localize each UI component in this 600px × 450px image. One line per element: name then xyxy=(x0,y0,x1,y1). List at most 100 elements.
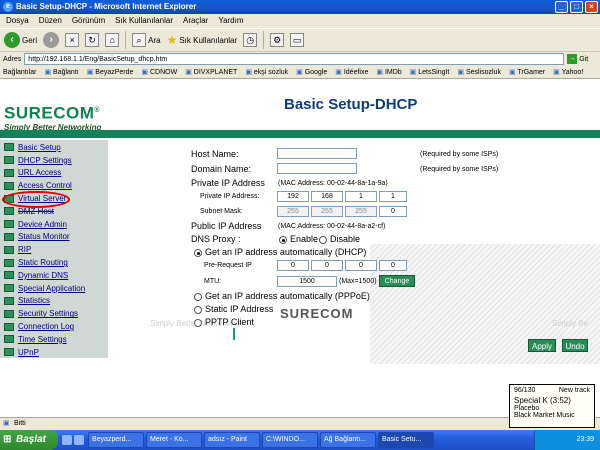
private-ip-octet-2[interactable]: 168 xyxy=(311,191,343,202)
go-arrow-icon: → xyxy=(567,54,578,64)
prerequest-octet-3[interactable]: 0 xyxy=(345,260,377,271)
quick-launch-ie-icon[interactable] xyxy=(62,435,72,445)
link-item[interactable]: TrGamer xyxy=(509,66,545,78)
menu-file[interactable]: Dosya xyxy=(6,14,29,28)
stop-icon[interactable]: × xyxy=(65,33,80,47)
link-item[interactable]: Google xyxy=(296,66,328,78)
prerequest-octet-4[interactable]: 0 xyxy=(379,260,407,271)
sidebar-item-label: DMZ Host xyxy=(18,206,54,216)
link-item[interactable]: Seslisozluk xyxy=(457,66,501,78)
sidebar-item-dmz-host[interactable]: DMZ Host xyxy=(0,205,108,218)
minimize-button[interactable]: _ xyxy=(555,1,568,13)
menu-favorites[interactable]: Sık Kullanılanlar xyxy=(115,14,173,28)
dhcp-option[interactable]: Get an IP address automatically (DHCP) xyxy=(194,247,366,257)
back-button[interactable]: ‹ Geri xyxy=(4,30,37,50)
menu-edit[interactable]: Düzen xyxy=(39,14,62,28)
sidebar-item-security-settings[interactable]: Security Settings xyxy=(0,307,108,320)
dns-proxy-enable-option[interactable]: Enable xyxy=(279,234,318,244)
sidebar-item-device-admin[interactable]: Device Admin xyxy=(0,218,108,231)
static-ip-option[interactable]: Static IP Address xyxy=(194,304,273,314)
link-item[interactable]: DIVXPLANET xyxy=(185,66,238,78)
taskbar-item[interactable]: adsız - Paint xyxy=(204,432,260,448)
links-bar: Bağlantılar Bağlantı BeyazPerde CDNOW DI… xyxy=(0,66,600,79)
address-input[interactable]: http://192.168.1.1/Eng/BasicSetup_dhcp.h… xyxy=(24,53,565,65)
toolbar-divider xyxy=(263,31,265,49)
taskbar-item[interactable]: Ağ Bağlantı... xyxy=(320,432,376,448)
sidebar-item-label: Dynamic DNS xyxy=(18,270,69,280)
taskbar-item-active[interactable]: Basic Setu... xyxy=(378,432,434,448)
dns-proxy-disable-radio[interactable] xyxy=(319,235,327,244)
sidebar-item-label: RIP xyxy=(18,245,32,255)
link-item[interactable]: BeyazPerde xyxy=(87,66,133,78)
track-album: Black Market Music xyxy=(514,412,575,419)
sidebar-item-status-monitor[interactable]: Status Monitor xyxy=(0,231,108,244)
forward-button[interactable]: › xyxy=(43,30,60,50)
back-label: Geri xyxy=(22,35,38,45)
link-item[interactable]: ekşi sozluk xyxy=(245,66,288,78)
pppoe-radio[interactable] xyxy=(194,292,202,301)
taskbar-item[interactable]: C:\WINDO... xyxy=(262,432,318,448)
sidebar-item-url-access[interactable]: URL Access xyxy=(0,167,108,180)
nav-bullet-icon xyxy=(4,296,14,305)
private-ip-octet-4[interactable]: 1 xyxy=(379,191,407,202)
link-item[interactable]: IMDb xyxy=(376,66,402,78)
sidebar-item-time-settings[interactable]: Time Settings xyxy=(0,333,108,346)
close-button[interactable]: × xyxy=(585,1,598,13)
prerequest-octet-2[interactable]: 0 xyxy=(311,260,343,271)
sidebar-item-statistics[interactable]: Statistics xyxy=(0,295,108,308)
quick-launch-desktop-icon[interactable] xyxy=(74,435,84,445)
nav-bullet-icon xyxy=(4,284,14,293)
go-button[interactable]: → Git xyxy=(567,54,588,64)
dns-proxy-disable-option[interactable]: Disable xyxy=(319,234,360,244)
private-ip-octet-1[interactable]: 192 xyxy=(277,191,309,202)
search-button[interactable]: ⌕ Ara xyxy=(132,30,161,50)
red-highlight-circle xyxy=(2,191,70,208)
link-item[interactable]: Bağlantı xyxy=(44,66,79,78)
link-item[interactable]: Idéefixe xyxy=(335,66,369,78)
menu-help[interactable]: Yardım xyxy=(218,14,243,28)
start-button[interactable]: Başlat xyxy=(0,430,58,450)
host-name-label: Host Name: xyxy=(191,149,239,159)
sidebar-item-connection-log[interactable]: Connection Log xyxy=(0,320,108,333)
link-item[interactable]: LetsSingIt xyxy=(410,66,449,78)
taskbar-item[interactable]: Meret - Ko... xyxy=(146,432,202,448)
history-icon[interactable]: ◷ xyxy=(243,33,258,47)
mtu-max-note: (Max=1500) xyxy=(339,278,377,285)
taskbar-item[interactable]: Beyazperd... xyxy=(88,432,144,448)
refresh-icon[interactable]: ↻ xyxy=(85,33,100,47)
music-notification[interactable]: 96/130 New track Special K (3:52) Placeb… xyxy=(509,384,595,428)
dns-proxy-enable-radio[interactable] xyxy=(279,235,287,244)
menu-tools[interactable]: Araçlar xyxy=(183,14,208,28)
dhcp-radio[interactable] xyxy=(194,248,202,257)
sidebar-item-access-control[interactable]: Access Control xyxy=(0,179,108,192)
favorites-button[interactable]: ★ Sık Kullanılanlar xyxy=(167,30,238,50)
private-ip-octet-3[interactable]: 1 xyxy=(345,191,377,202)
maximize-button[interactable]: □ xyxy=(570,1,583,13)
media-icon[interactable]: ▭ xyxy=(290,33,305,47)
mtu-input[interactable]: 1500 xyxy=(277,276,337,287)
pppoe-option[interactable]: Get an IP address automatically (PPPoE) xyxy=(194,291,370,301)
address-bar: Adres http://192.168.1.1/Eng/BasicSetup_… xyxy=(0,52,600,66)
domain-name-input[interactable] xyxy=(277,163,357,174)
sidebar-item-basic-setup[interactable]: Basic Setup xyxy=(0,141,108,154)
link-item[interactable]: Yahoo! xyxy=(553,66,584,78)
static-ip-radio[interactable] xyxy=(194,305,202,314)
subnet-octet-4[interactable]: 0 xyxy=(379,206,407,217)
sidebar-item-rip[interactable]: RIP xyxy=(0,243,108,256)
network-icon[interactable]: ⚙ xyxy=(270,33,285,47)
sidebar-item-dynamic-dns[interactable]: Dynamic DNS xyxy=(0,269,108,282)
home-icon[interactable]: ⌂ xyxy=(105,33,120,47)
change-button[interactable]: Change xyxy=(379,275,415,287)
link-item[interactable]: CDNOW xyxy=(141,66,177,78)
sidebar-item-special-application[interactable]: Special Application xyxy=(0,282,108,295)
undo-button[interactable]: Undo xyxy=(562,339,588,352)
host-name-input[interactable] xyxy=(277,148,357,159)
sidebar-item-upnp[interactable]: UPnP xyxy=(0,346,108,359)
pptp-radio[interactable] xyxy=(194,318,202,327)
menu-view[interactable]: Görünüm xyxy=(72,14,105,28)
prerequest-octet-1[interactable]: 0 xyxy=(277,260,309,271)
pptp-option[interactable]: PPTP Client xyxy=(194,317,254,327)
sidebar-item-dhcp-settings[interactable]: DHCP Settings xyxy=(0,154,108,167)
apply-button[interactable]: Apply xyxy=(528,339,556,352)
sidebar-item-static-routing[interactable]: Static Routing xyxy=(0,256,108,269)
